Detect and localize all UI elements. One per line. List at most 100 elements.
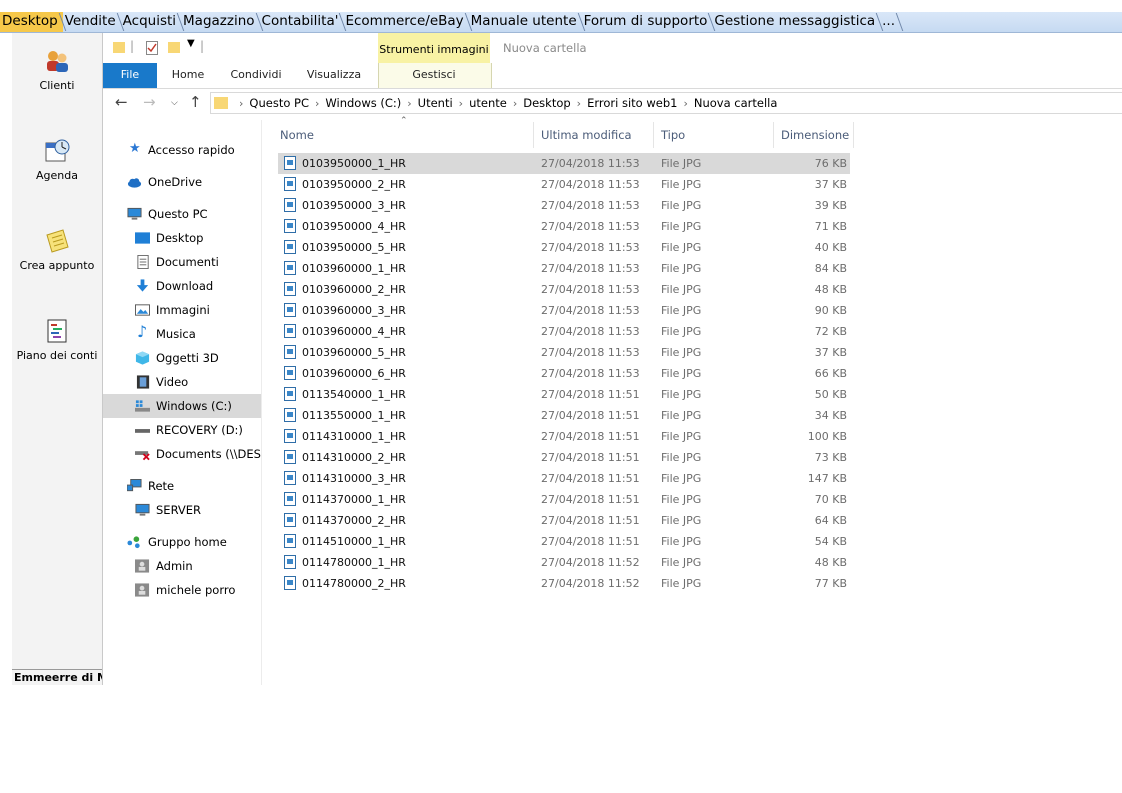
cell-name: 0103950000_5_HR <box>302 241 406 254</box>
launcher-crea-appunto[interactable]: Crea appunto <box>12 227 102 272</box>
table-row[interactable]: 0103960000_2_HR 27/04/2018 11:53 File JPG 4… <box>278 279 850 300</box>
nav-item-gruppo-home[interactable]: Gruppo home <box>103 530 261 554</box>
tab-gestisci[interactable]: Gestisci <box>378 63 490 88</box>
table-row[interactable]: 0114310000_1_HR 27/04/2018 11:51 File JPG 1… <box>278 426 850 447</box>
nav-item-rete[interactable]: Rete <box>103 474 261 498</box>
app-tab-more[interactable]: ... <box>880 12 900 32</box>
nav-item-server[interactable]: SERVER <box>103 498 261 522</box>
nav-label: Oggetti 3D <box>156 351 219 365</box>
table-row[interactable]: 0103960000_5_HR 27/04/2018 11:53 File JPG 3… <box>278 342 850 363</box>
tab-home[interactable]: Home <box>165 63 211 88</box>
nav-item-michele-porro[interactable]: michele porro <box>103 578 261 602</box>
recent-locations-chevron-icon[interactable]: ⌵ <box>171 98 178 108</box>
nav-label: Immagini <box>156 303 210 317</box>
column-divider[interactable] <box>853 122 854 148</box>
breadcrumb-utente[interactable]: utente <box>469 93 507 113</box>
table-row[interactable]: 0114310000_2_HR 27/04/2018 11:51 File JPG 7… <box>278 447 850 468</box>
app-tab-manuale[interactable]: Manuale utente <box>469 12 582 32</box>
breadcrumb-errori-sito[interactable]: Errori sito web1 <box>587 93 677 113</box>
up-arrow-icon[interactable]: ↑ <box>189 93 202 111</box>
column-divider[interactable] <box>653 122 654 148</box>
cell-type: File JPG <box>661 241 702 254</box>
cell-type: File JPG <box>661 178 702 191</box>
app-tab-magazzino[interactable]: Magazzino <box>181 12 260 32</box>
nav-item-immagini[interactable]: Immagini <box>103 298 261 322</box>
forward-arrow-icon[interactable]: → <box>143 93 156 111</box>
table-row[interactable]: 0103950000_5_HR 27/04/2018 11:53 File JPG 4… <box>278 237 850 258</box>
table-row[interactable]: 0103950000_3_HR 27/04/2018 11:53 File JPG 3… <box>278 195 850 216</box>
column-divider[interactable] <box>773 122 774 148</box>
nav-item-onedrive[interactable]: OneDrive <box>103 170 261 194</box>
nav-item-windows-c[interactable]: Windows (C:) <box>103 394 261 418</box>
nav-item-desktop[interactable]: Desktop <box>103 226 261 250</box>
column-header-name[interactable]: Nome <box>280 120 530 150</box>
table-row[interactable]: 0114370000_2_HR 27/04/2018 11:51 File JPG 6… <box>278 510 850 531</box>
column-divider[interactable] <box>533 122 534 148</box>
tab-visualizza[interactable]: Visualizza <box>301 63 367 88</box>
table-row[interactable]: 0113540000_1_HR 27/04/2018 11:51 File JPG 5… <box>278 384 850 405</box>
table-row[interactable]: 0114310000_3_HR 27/04/2018 11:51 File JPG 1… <box>278 468 850 489</box>
table-row[interactable]: 0103950000_2_HR 27/04/2018 11:53 File JPG 3… <box>278 174 850 195</box>
image-tools-context-tab[interactable]: Strumenti immagini <box>378 33 490 63</box>
back-arrow-icon[interactable]: ← <box>115 93 128 111</box>
tab-condividi[interactable]: Condividi <box>225 63 287 88</box>
app-tab-vendite[interactable]: Vendite <box>63 12 121 32</box>
table-row[interactable]: 0114780000_2_HR 27/04/2018 11:52 File JPG 7… <box>278 573 850 594</box>
table-row[interactable]: 0103960000_1_HR 27/04/2018 11:53 File JPG 8… <box>278 258 850 279</box>
customize-toolbar-icon[interactable]: ▼ <box>187 38 195 49</box>
app-tab-messaggistica[interactable]: Gestione messaggistica <box>712 12 880 32</box>
table-row[interactable]: 0114510000_1_HR 27/04/2018 11:51 File JPG 5… <box>278 531 850 552</box>
cell-name: 0114310000_2_HR <box>302 451 406 464</box>
nav-item-admin[interactable]: Admin <box>103 554 261 578</box>
tab-file[interactable]: File <box>103 63 157 88</box>
nav-item-recovery-d[interactable]: RECOVERY (D:) <box>103 418 261 442</box>
nav-item-download[interactable]: Download <box>103 274 261 298</box>
cell-size: 48 KB <box>814 556 847 569</box>
breadcrumb-windows-c[interactable]: Windows (C:) <box>325 93 401 113</box>
nav-item-documenti[interactable]: Documenti <box>103 250 261 274</box>
nav-item-accesso-rapido[interactable]: ★ Accesso rapido <box>103 138 261 162</box>
table-row[interactable]: 0103950000_4_HR 27/04/2018 11:53 File JPG 7… <box>278 216 850 237</box>
address-field[interactable]: › Questo PC › Windows (C:) › Utenti › utente › De… <box>210 92 1122 114</box>
table-row[interactable]: 0103950000_1_HR 27/04/2018 11:53 File JPG 7… <box>278 153 850 174</box>
homegroup-icon <box>127 536 140 549</box>
table-row[interactable]: 0103960000_3_HR 27/04/2018 11:53 File JPG 9… <box>278 300 850 321</box>
app-tab-desktop[interactable]: Desktop <box>0 12 63 32</box>
cube-icon <box>135 351 150 365</box>
breadcrumb-questo-pc[interactable]: Questo PC <box>249 93 309 113</box>
network-icon <box>127 479 142 492</box>
nav-item-documents-network[interactable]: Documents (\\DESK <box>103 442 261 466</box>
cell-name: 0114780000_2_HR <box>302 577 406 590</box>
breadcrumb-nuova-cartella[interactable]: Nuova cartella <box>694 93 778 113</box>
table-row[interactable]: 0103960000_4_HR 27/04/2018 11:53 File JPG 7… <box>278 321 850 342</box>
launcher-piano-conti[interactable]: Piano dei conti <box>12 317 102 362</box>
cloud-icon <box>127 178 142 188</box>
nav-label: Desktop <box>156 231 204 245</box>
launcher-agenda[interactable]: Agenda <box>12 137 102 182</box>
cell-type: File JPG <box>661 325 702 338</box>
table-row[interactable]: 0114780000_1_HR 27/04/2018 11:52 File JPG 4… <box>278 552 850 573</box>
table-row[interactable]: 0103960000_6_HR 27/04/2018 11:53 File JPG 6… <box>278 363 850 384</box>
nav-item-questo-pc[interactable]: Questo PC <box>103 202 261 226</box>
app-tab-acquisti[interactable]: Acquisti <box>121 12 181 32</box>
column-header-date[interactable]: Ultima modifica <box>541 120 651 150</box>
app-tab-contabilita[interactable]: Contabilita' <box>260 12 344 32</box>
launcher-clienti[interactable]: Clienti <box>12 47 102 92</box>
column-header-size[interactable]: Dimensione <box>781 120 851 150</box>
properties-icon[interactable] <box>146 41 158 55</box>
nav-item-video[interactable]: Video <box>103 370 261 394</box>
column-header-type[interactable]: Tipo <box>661 120 761 150</box>
breadcrumb-desktop[interactable]: Desktop <box>523 93 570 113</box>
new-folder-icon[interactable] <box>168 41 180 53</box>
table-row[interactable]: 0114370000_1_HR 27/04/2018 11:51 File JPG 7… <box>278 489 850 510</box>
cell-name: 0103950000_3_HR <box>302 199 406 212</box>
cell-name: 0103960000_2_HR <box>302 283 406 296</box>
nav-item-musica[interactable]: ♪ Musica <box>103 322 261 346</box>
app-tab-ecommerce[interactable]: Ecommerce/eBay <box>343 12 468 32</box>
table-row[interactable]: 0113550000_1_HR 27/04/2018 11:51 File JPG 3… <box>278 405 850 426</box>
cell-date: 27/04/2018 11:53 <box>541 325 640 338</box>
app-tab-forum[interactable]: Forum di supporto <box>582 12 713 32</box>
nav-item-oggetti-3d[interactable]: Oggetti 3D <box>103 346 261 370</box>
breadcrumb-utenti[interactable]: Utenti <box>418 93 453 113</box>
cell-date: 27/04/2018 11:51 <box>541 535 640 548</box>
